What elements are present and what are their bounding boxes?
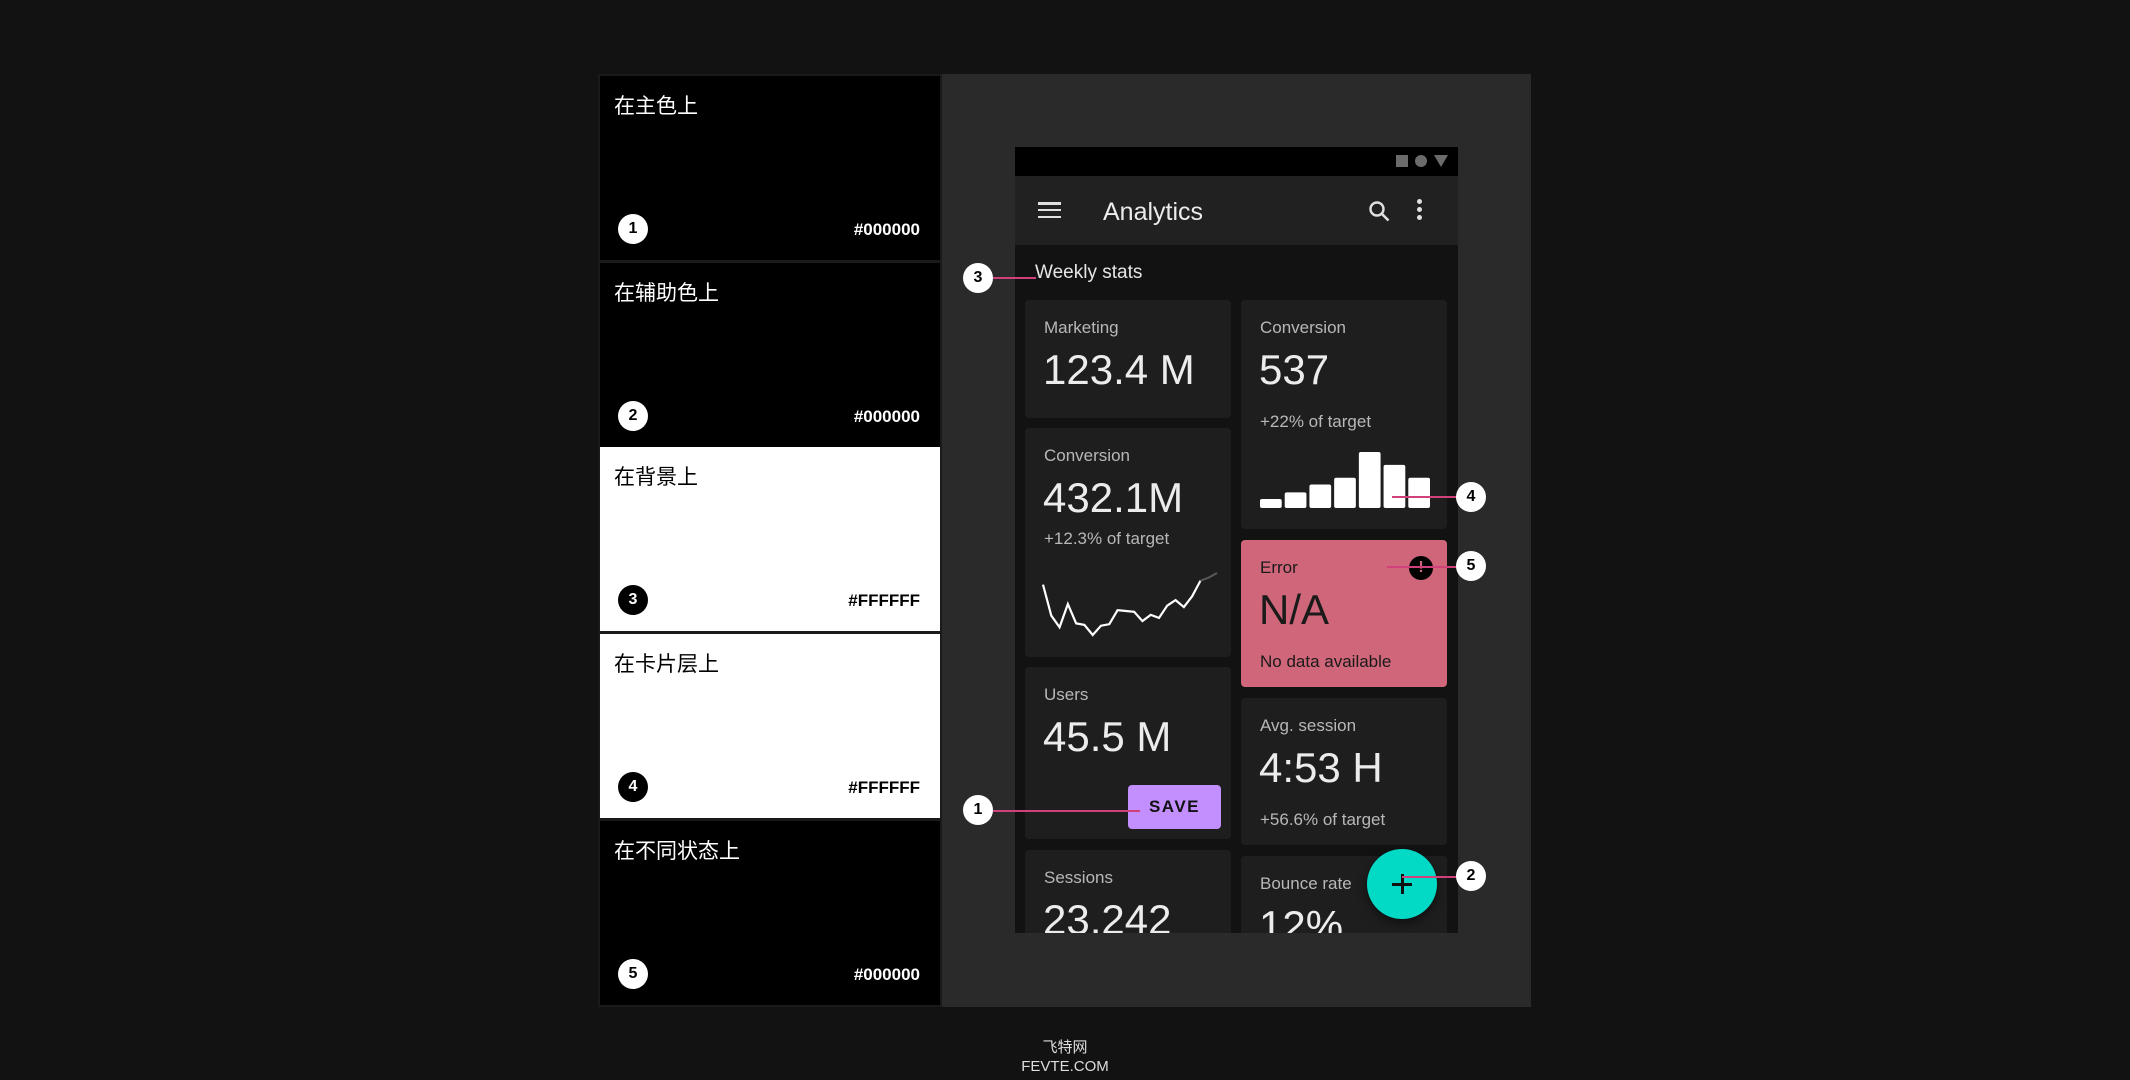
back-icon [1434,155,1448,167]
error-icon: ! [1409,556,1433,580]
callout-line-2 [1402,876,1462,878]
swatch-hex: #000000 [853,965,920,984]
preview-panel: Analytics Weekly stats Marketing 123.4 M… [942,74,1531,1007]
card-label: Avg. session [1260,716,1357,735]
home-icon [1415,155,1427,167]
swatch-title: 在主色上 [614,95,698,118]
swatch-title: 在辅助色上 [614,282,719,305]
bar [1284,492,1307,508]
card-value: 123.4 M [1043,346,1195,393]
card-label: Error [1260,558,1298,577]
add-fab-button[interactable] [1367,849,1437,919]
watermark-cn: 飞特网 [1042,1039,1088,1056]
bar [1309,484,1332,508]
swatch-number: 4 [618,772,648,802]
bar [1408,477,1430,508]
swatch-hex: #FFFFFF [848,591,920,610]
callout-line-5 [1387,566,1462,568]
swatch-panel: 在主色上 1 #000000 在辅助色上 2 #000000 在背景上 3 #F… [598,74,942,1007]
more-vert-icon[interactable] [1415,199,1423,223]
swatch-number: 2 [618,401,648,431]
swatch-title: 在不同状态上 [614,840,740,863]
card-value: 432.1M [1043,474,1184,521]
bar [1260,499,1282,508]
line-chart [1041,572,1218,637]
swatch-number: 5 [618,959,648,989]
card-marketing[interactable]: Marketing 123.4 M [1025,300,1231,418]
card-value: 45.5 M [1043,713,1172,760]
callout-line-1 [980,810,1140,812]
section-title: Weekly stats [1035,262,1143,283]
card-label: Conversion [1044,446,1130,465]
swatch-on-secondary: 在辅助色上 2 #000000 [600,263,940,447]
bar [1383,464,1406,508]
card-label: Conversion [1260,318,1346,337]
callout-marker-3: 3 [963,263,993,293]
app-bar: Analytics [1015,176,1458,245]
card-sub: No data available [1260,652,1392,671]
card-value: 537 [1259,346,1330,393]
swatch-title: 在背景上 [614,466,698,489]
swatch-number: 1 [618,214,648,244]
watermark-en: FEVTE.COM [1021,1058,1109,1075]
card-conversion-bars[interactable]: Conversion 537 +22% of target [1241,300,1447,529]
card-label: Marketing [1044,318,1119,337]
card-label: Bounce rate [1260,874,1352,893]
card-users[interactable]: Users 45.5 M SAVE [1025,667,1231,839]
save-button[interactable]: SAVE [1128,785,1221,829]
bar-chart [1260,452,1430,508]
search-icon[interactable] [1368,200,1390,222]
swatch-hex: #000000 [853,407,920,426]
status-bar [1015,147,1458,176]
app-title: Analytics [1103,198,1204,226]
swatch-number: 3 [618,585,648,615]
line-series-projection [1200,572,1218,582]
callout-marker-4: 4 [1456,482,1486,512]
bar [1334,477,1356,508]
swatch-hex: #FFFFFF [848,778,920,797]
swatch-on-surface: 在卡片层上 4 #FFFFFF [600,634,940,818]
card-avg-session[interactable]: Avg. session 4:53 H +56.6% of target [1241,698,1447,845]
menu-icon[interactable] [1038,202,1061,219]
callout-marker-2: 2 [1456,861,1486,891]
card-value: 4:53 H [1259,744,1383,791]
stage: 在主色上 1 #000000 在辅助色上 2 #000000 在背景上 3 #F… [598,74,1531,1007]
card-label: Sessions [1044,868,1113,887]
card-value: 12% [1259,902,1344,933]
card-sub: +12.3% of target [1044,529,1170,548]
card-error[interactable]: Error ! N/A No data available [1241,540,1447,687]
swatch-on-primary: 在主色上 1 #000000 [600,76,940,260]
bar [1358,452,1381,508]
swatch-title: 在卡片层上 [614,653,719,676]
callout-marker-1: 1 [963,795,993,825]
card-value: 23,242 [1043,896,1172,933]
card-sub: +56.6% of target [1260,810,1386,829]
swatch-hex: #000000 [853,220,920,239]
callout-marker-5: 5 [1456,551,1486,581]
card-conversion-line[interactable]: Conversion 432.1M +12.3% of target [1025,428,1231,657]
card-label: Users [1044,685,1089,704]
line-series [1041,580,1202,637]
callout-line-4 [1392,496,1462,498]
card-value: N/A [1259,586,1330,633]
card-sessions[interactable]: Sessions 23,242 [1025,850,1231,933]
card-sub: +22% of target [1260,412,1372,431]
swatch-on-state: 在不同状态上 5 #000000 [600,821,940,1005]
recents-icon [1396,155,1408,167]
swatch-on-background: 在背景上 3 #FFFFFF [600,447,940,631]
phone-screen: Analytics Weekly stats Marketing 123.4 M… [1015,147,1458,933]
